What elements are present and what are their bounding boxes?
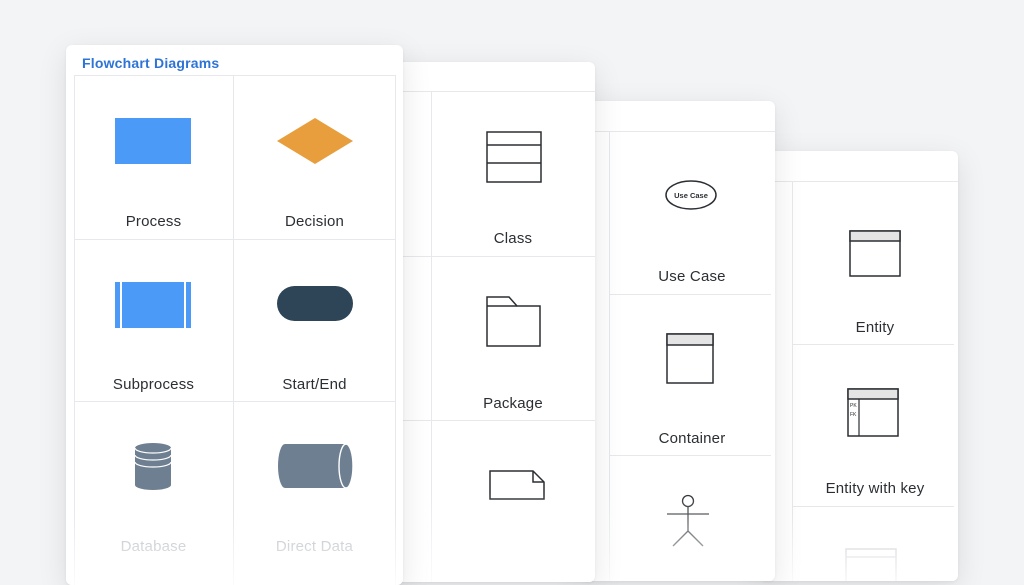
uml-shapes-panel: Class Package	[380, 62, 595, 582]
shape-label: Class	[493, 230, 533, 247]
panel-header	[760, 151, 958, 182]
actor-icon	[667, 494, 709, 547]
shape-note[interactable]	[431, 421, 595, 582]
er-shapes-panel: Entity PK FK Entity with key	[760, 151, 958, 581]
shape-label: Process	[125, 213, 182, 230]
shape-label: Entity with key	[825, 480, 925, 497]
shape-start-end[interactable]: Start/End	[234, 240, 395, 401]
shape-direct-data[interactable]: Direct Data	[234, 402, 395, 565]
table-icon	[845, 548, 897, 581]
note-icon	[489, 470, 545, 500]
shape-decision[interactable]: Decision	[234, 76, 395, 239]
shape-process[interactable]: Process	[74, 76, 233, 239]
panel-header	[380, 62, 595, 92]
shape-label: Database	[120, 538, 187, 555]
shape-label: Start/End	[282, 376, 347, 393]
use-case-text: Use Case	[674, 191, 708, 200]
shape-database[interactable]: Database	[74, 402, 233, 565]
shape-table[interactable]	[792, 507, 958, 581]
use-case-shapes-panel: Use Case Use Case Container	[580, 101, 775, 581]
fk-text: FK	[850, 412, 857, 418]
shape-subprocess[interactable]: Subprocess	[74, 240, 233, 401]
flowchart-shapes-panel: Flowchart Diagrams Process Decision Subp…	[66, 45, 403, 585]
shape-label: Package	[483, 395, 543, 412]
shape-class[interactable]: Class	[431, 91, 595, 256]
shape-use-case[interactable]: Use Case Use Case	[609, 131, 775, 294]
shape-container[interactable]: Container	[609, 295, 775, 455]
panel-title: Flowchart Diagrams	[82, 55, 220, 71]
shape-label: Use Case	[658, 268, 726, 285]
shape-label: Container	[658, 430, 726, 447]
shape-entity[interactable]: Entity	[792, 181, 958, 344]
shape-label: Decision	[284, 213, 345, 230]
shape-label: Subprocess	[112, 376, 195, 393]
shape-actor[interactable]	[609, 456, 775, 581]
shape-label: Direct Data	[275, 538, 354, 555]
pk-text: PK	[850, 403, 857, 409]
panel-header	[580, 101, 775, 132]
shape-label: Entity	[855, 319, 895, 336]
shape-package[interactable]: Package	[431, 257, 595, 420]
panel-header: Flowchart Diagrams	[74, 45, 395, 76]
shape-entity-with-key[interactable]: PK FK Entity with key	[792, 345, 958, 506]
